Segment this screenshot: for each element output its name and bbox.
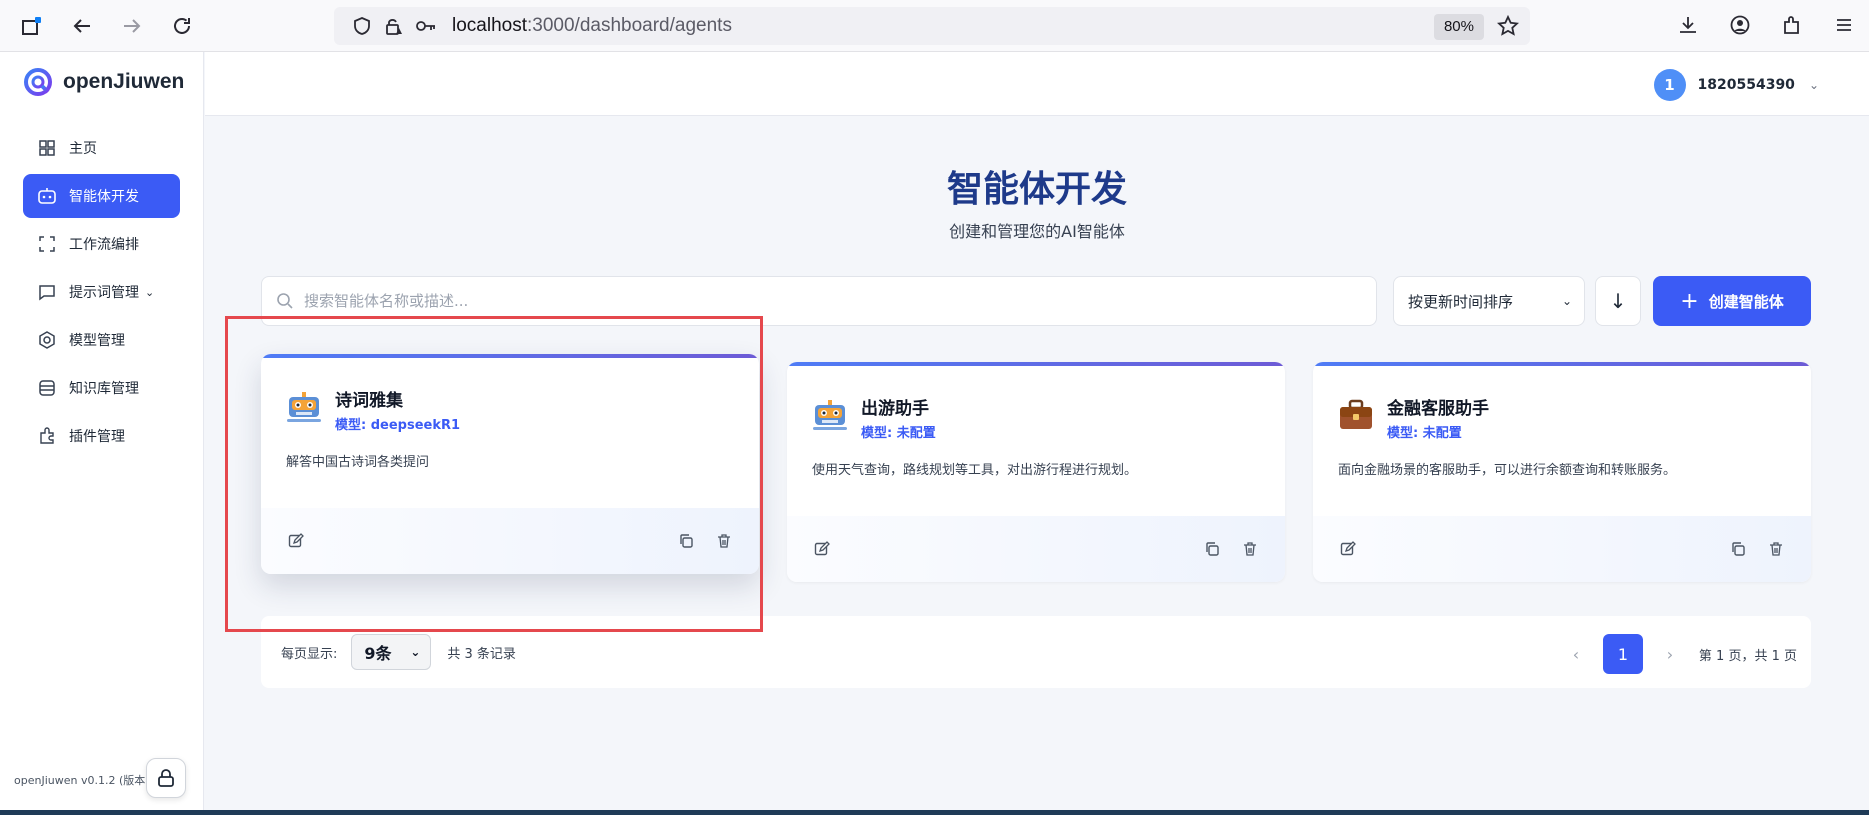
sidebar-item-label: 提示词管理 — [69, 285, 139, 301]
lock-warning-icon[interactable] — [380, 12, 408, 40]
sidebar-item-home[interactable]: 主页 — [23, 126, 180, 170]
plugin-icon — [37, 426, 57, 446]
agent-description: 使用天气查询，路线规划等工具，对出游行程进行规划。 — [812, 463, 1138, 478]
page-subtitle: 创建和管理您的AI智能体 — [949, 222, 1125, 241]
back-icon[interactable] — [68, 12, 96, 40]
card-footer — [787, 516, 1285, 582]
page-info: 第 1 页，共 1 页 — [1698, 648, 1797, 664]
user-menu[interactable]: 1 1820554390 ⌄ — [1653, 69, 1819, 101]
top-header: 1 1820554390 ⌄ — [205, 52, 1869, 116]
per-page-label: 每页显示: — [281, 646, 338, 662]
downloads-icon[interactable] — [1673, 10, 1703, 40]
card-footer — [1313, 516, 1811, 582]
lock-button[interactable] — [146, 758, 186, 798]
menu-icon[interactable] — [1829, 10, 1859, 40]
plus-icon: + — [1680, 288, 1699, 314]
address-bar[interactable]: localhost:3000/dashboard/agents 80% — [334, 7, 1530, 45]
logo-text: openJiuwen — [63, 70, 185, 93]
sidebar: openJiuwen 主页 智能体开发 工作流编排 提示词管理 ⌄ 模型管理 知… — [0, 52, 204, 810]
avatar[interactable]: 1 — [1653, 69, 1686, 101]
url-path: :3000/dashboard/agents — [527, 15, 732, 36]
sidebar-item-label: 知识库管理 — [69, 381, 139, 397]
sort-select-value: 按更新时间排序 — [1408, 292, 1514, 311]
total-records: 共 3 条记录 — [447, 646, 516, 662]
prev-page-icon[interactable]: ‹ — [1561, 645, 1591, 664]
openjiuwen-logo-icon — [24, 68, 52, 96]
os-taskbar — [0, 810, 1869, 815]
per-page-value: 9条 — [364, 644, 392, 663]
agent-model: 模型: 未配置 — [861, 426, 936, 441]
version-text: openJiuwen v0.1.2 (版本 — [14, 774, 146, 787]
sort-select[interactable]: 按更新时间排序 ⌄ — [1393, 276, 1585, 326]
database-icon — [37, 378, 57, 398]
app-logo[interactable]: openJiuwen — [0, 52, 203, 112]
account-icon[interactable] — [1725, 10, 1755, 40]
page-controls: ‹ 1 › 第 1 页，共 1 页 — [1561, 634, 1797, 674]
chevron-down-icon: ⌄ — [145, 285, 155, 299]
browser-nav — [0, 12, 330, 40]
page-number-button[interactable]: 1 — [1602, 634, 1643, 674]
page-title: 智能体开发 — [946, 169, 1127, 210]
sidebar-item-workflow[interactable]: 工作流编排 — [23, 222, 180, 266]
chevron-down-icon: ⌄ — [1561, 294, 1572, 308]
chat-icon — [37, 282, 57, 302]
url-host: localhost — [452, 15, 527, 36]
sidebar-item-agent-dev[interactable]: 智能体开发 — [23, 174, 180, 218]
sidebar-item-plugins[interactable]: 插件管理 — [23, 414, 180, 458]
sidebar-item-models[interactable]: 模型管理 — [23, 318, 180, 362]
trash-icon[interactable] — [1765, 538, 1787, 560]
search-icon — [277, 293, 293, 309]
model-icon — [37, 330, 57, 350]
zoom-level-badge[interactable]: 80% — [1433, 14, 1484, 40]
extensions-icon[interactable] — [1777, 10, 1807, 40]
tab-manager-icon[interactable] — [18, 12, 46, 40]
per-page-select[interactable]: 9条 ⌄ — [351, 634, 432, 670]
sidebar-item-label: 插件管理 — [69, 429, 125, 445]
sidebar-item-knowledge[interactable]: 知识库管理 — [23, 366, 180, 410]
edit-icon[interactable] — [811, 538, 833, 560]
grid-icon — [37, 138, 57, 158]
sidebar-item-label: 工作流编排 — [69, 237, 139, 253]
briefcase-icon — [1340, 399, 1372, 429]
key-icon[interactable] — [412, 12, 440, 40]
trash-icon[interactable] — [1239, 538, 1261, 560]
lock-icon — [158, 769, 174, 787]
reload-icon[interactable] — [168, 12, 196, 40]
agent-name: 金融客服助手 — [1387, 399, 1489, 419]
url-text[interactable]: localhost:3000/dashboard/agents — [452, 15, 732, 37]
shield-icon[interactable] — [348, 12, 376, 40]
search-input[interactable] — [304, 292, 1204, 310]
highlight-annotation-box — [225, 316, 763, 632]
robot-icon — [37, 186, 57, 206]
copy-icon[interactable] — [1201, 538, 1223, 560]
edit-icon[interactable] — [1337, 538, 1359, 560]
chevron-down-icon: ⌄ — [410, 645, 421, 659]
workflow-icon — [37, 234, 57, 254]
sort-direction-button[interactable]: ↓ — [1595, 276, 1641, 326]
chevron-down-icon[interactable]: ⌄ — [1809, 78, 1819, 92]
robot-avatar-icon — [813, 400, 847, 430]
browser-toolbar: localhost:3000/dashboard/agents 80% — [0, 0, 1869, 52]
sidebar-item-prompts[interactable]: 提示词管理 ⌄ — [23, 270, 180, 314]
agent-model: 模型: 未配置 — [1387, 426, 1462, 441]
forward-icon[interactable] — [118, 12, 146, 40]
sidebar-item-label: 智能体开发 — [69, 189, 139, 205]
agent-description: 面向金融场景的客服助手，可以进行余额查询和转账服务。 — [1338, 463, 1677, 478]
agent-card[interactable]: 金融客服助手 模型: 未配置 面向金融场景的客服助手，可以进行余额查询和转账服务… — [1313, 362, 1811, 582]
username[interactable]: 1820554390 — [1698, 77, 1795, 93]
bookmark-star-icon[interactable] — [1494, 12, 1522, 40]
sidebar-menu: 主页 智能体开发 工作流编排 提示词管理 ⌄ 模型管理 知识库管理 插件管理 — [0, 126, 203, 458]
create-agent-button[interactable]: + 创建智能体 — [1653, 276, 1811, 326]
create-agent-label: 创建智能体 — [1708, 292, 1784, 311]
sidebar-item-label: 模型管理 — [69, 333, 125, 349]
browser-right-tools — [1673, 10, 1859, 40]
next-page-icon[interactable]: › — [1655, 645, 1685, 664]
agent-name: 出游助手 — [861, 399, 929, 419]
agent-card[interactable]: 出游助手 模型: 未配置 使用天气查询，路线规划等工具，对出游行程进行规划。 — [787, 362, 1285, 582]
copy-icon[interactable] — [1727, 538, 1749, 560]
sidebar-item-label: 主页 — [69, 141, 97, 157]
